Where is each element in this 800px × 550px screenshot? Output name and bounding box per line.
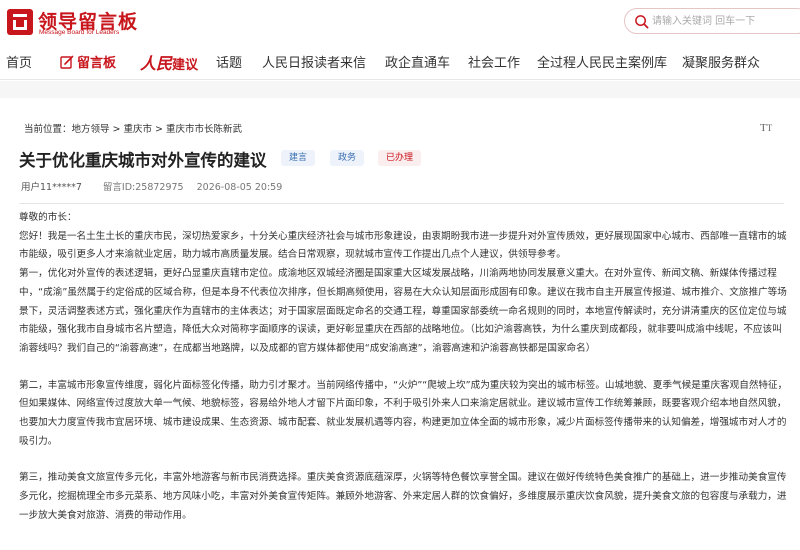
body-paragraph-third: 第三，推动美食文旅宣传多元化，丰富外地游客与新市民消费选择。重庆美食资源底蕴深厚… xyxy=(19,472,787,521)
body-paragraph-first: 第一，优化对外宣传的表述逻辑，更好凸显重庆直辖市定位。成渝地区双城经济圈是国家重… xyxy=(19,268,787,354)
search-icon[interactable] xyxy=(634,14,649,29)
nav-message-board[interactable]: 留言板 xyxy=(60,52,116,71)
nav-home[interactable]: 首页 xyxy=(6,52,32,71)
rmrb-suffix: 建议 xyxy=(172,58,199,73)
author-name: 用户11*****7 xyxy=(21,182,82,193)
site-logo[interactable]: 领导留言板 Message Board for Leaders xyxy=(6,6,146,38)
logo-mark-icon xyxy=(7,9,33,35)
nav-topics[interactable]: 话题 xyxy=(216,52,242,71)
body-salutation: 尊敬的市长： xyxy=(19,212,77,223)
message-body: 尊敬的市长： 您好！我是一名土生土长的重庆市民，深切热爱家乡，十分关心重庆经济社… xyxy=(19,209,791,526)
logo-subtitle: Message Board for Leaders xyxy=(39,29,120,36)
nav-service-group[interactable]: 凝聚服务群众 xyxy=(682,52,760,71)
nav-separator-band xyxy=(0,81,800,98)
main-nav: 首页 留言板 人民建议 话题 人民日报读者来信 政企直通车 社会工作 全过程人民… xyxy=(0,44,800,80)
message-meta: 用户11*****7 留言ID:25872975 2026-08-05 20:5… xyxy=(21,179,282,193)
nav-social-work[interactable]: 社会工作 xyxy=(468,52,520,71)
nav-rmrb-suggestion[interactable]: 人民建议 xyxy=(140,50,198,74)
search-input[interactable] xyxy=(652,13,792,29)
message-datetime: 2026-08-05 20:59 xyxy=(196,182,283,193)
body-paragraph-second: 第二，丰富城市形象宣传维度，弱化片面标签化传播，助力引才聚才。当前网络传播中，“… xyxy=(19,379,788,447)
message-id: 留言ID:25872975 xyxy=(102,182,184,193)
nav-message-board-label: 留言板 xyxy=(77,56,117,71)
body-paragraph-intro: 您好！我是一名土生土长的重庆市民，深切热爱家乡，十分关心重庆经济社会与城市形象建… xyxy=(19,230,787,261)
divider xyxy=(19,203,784,204)
nav-government-direct[interactable]: 政企直通车 xyxy=(385,52,450,71)
search-box[interactable] xyxy=(624,8,800,34)
edit-icon xyxy=(60,55,74,69)
tag-suggestion: 建言 xyxy=(281,150,316,166)
rmrb-brand: 人民 xyxy=(140,54,173,73)
status-badge: 已办理 xyxy=(378,150,422,166)
tag-government: 政务 xyxy=(330,150,365,166)
font-size-icon[interactable]: TT xyxy=(760,122,772,134)
page-title: 关于优化重庆城市对外宣传的建议 xyxy=(19,151,267,170)
nav-readers-letters[interactable]: 人民日报读者来信 xyxy=(262,52,366,71)
top-header: 领导留言板 Message Board for Leaders xyxy=(0,0,800,44)
nav-democracy-cases[interactable]: 全过程人民民主案例库 xyxy=(537,52,667,71)
breadcrumb[interactable]: 当前位置：地方领导 > 重庆市 > 重庆市市长陈新武 xyxy=(24,121,242,135)
